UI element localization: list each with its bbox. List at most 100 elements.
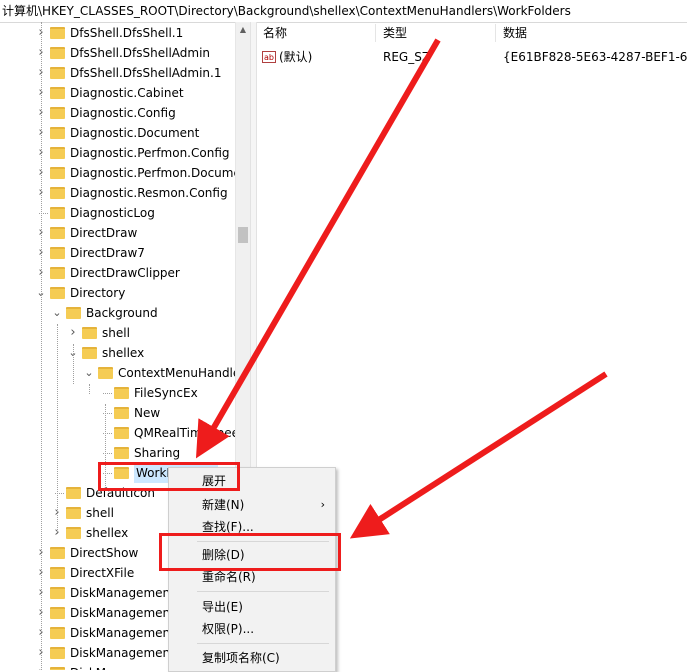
tree-item[interactable]: › DirectDrawClipper bbox=[0, 263, 235, 283]
menu-item-permissions[interactable]: 权限(P)... bbox=[169, 618, 335, 640]
value-data: {E61BF828-5E63-4287-BEF1-60B bbox=[503, 50, 687, 64]
annotation-box-delete bbox=[159, 533, 341, 571]
tree-item-label: Diagnostic.Perfmon.Config bbox=[70, 146, 230, 160]
tree-item[interactable]: › DfsShell.DfsShellAdmin bbox=[0, 43, 235, 63]
folder-icon bbox=[114, 427, 129, 439]
tree-item[interactable]: QMRealTimeSpee bbox=[0, 423, 235, 443]
tree-connector bbox=[89, 384, 90, 394]
folder-icon bbox=[50, 247, 65, 259]
folder-icon bbox=[50, 607, 65, 619]
tree-item[interactable]: › DirectDraw7 bbox=[0, 243, 235, 263]
tree-item[interactable]: New bbox=[0, 403, 235, 423]
tree-item[interactable]: Sharing bbox=[0, 443, 235, 463]
folder-icon bbox=[98, 367, 113, 379]
tree-item-label: ContextMenuHandle bbox=[118, 366, 235, 380]
tree-item[interactable]: FileSyncEx bbox=[0, 383, 235, 403]
tree-item-label: shellex bbox=[86, 526, 129, 540]
tree-item-label: DiskManagement bbox=[70, 626, 175, 640]
folder-icon bbox=[66, 527, 81, 539]
tree-item-label: DiagnosticLog bbox=[70, 206, 155, 220]
column-separator[interactable] bbox=[375, 24, 376, 42]
arrow-to-delete bbox=[349, 371, 608, 539]
folder-icon bbox=[50, 47, 65, 59]
chevron-right-icon[interactable]: › bbox=[68, 323, 78, 343]
tree-item[interactable]: › Diagnostic.Document bbox=[0, 123, 235, 143]
folder-icon bbox=[66, 307, 81, 319]
tree-item[interactable]: › Diagnostic.Perfmon.Config bbox=[0, 143, 235, 163]
column-separator[interactable] bbox=[495, 24, 496, 42]
folder-icon bbox=[50, 67, 65, 79]
tree-connector bbox=[57, 324, 58, 534]
tree-item-label: Directory bbox=[70, 286, 126, 300]
address-bar[interactable]: 计算机\HKEY_CLASSES_ROOT\Directory\Backgrou… bbox=[0, 0, 687, 23]
tree-item-label: DiskManagement bbox=[70, 586, 175, 600]
tree-item-label: DirectDrawClipper bbox=[70, 266, 180, 280]
tree-item[interactable]: › Diagnostic.Resmon.Config bbox=[0, 183, 235, 203]
tree-item[interactable]: DiagnosticLog bbox=[0, 203, 235, 223]
chevron-down-icon[interactable]: ⌄ bbox=[84, 363, 94, 383]
chevron-down-icon[interactable]: ⌄ bbox=[52, 303, 62, 323]
folder-icon bbox=[50, 147, 65, 159]
menu-item-copy-key-name[interactable]: 复制项名称(C) bbox=[169, 647, 335, 669]
folder-icon bbox=[50, 27, 65, 39]
tree-item-label: DirectXFile bbox=[70, 566, 135, 580]
folder-icon bbox=[114, 387, 129, 399]
folder-icon bbox=[50, 127, 65, 139]
tree-item-label: DfsShell.DfsShell.1 bbox=[70, 26, 184, 40]
folder-icon bbox=[50, 107, 65, 119]
menu-separator bbox=[197, 591, 329, 592]
tree-item[interactable]: › DirectDraw bbox=[0, 223, 235, 243]
scrollbar-thumb[interactable] bbox=[238, 227, 248, 243]
list-item[interactable]: ab (默认) REG_SZ {E61BF828-5E63-4287-BEF1-… bbox=[257, 47, 687, 67]
folder-icon bbox=[50, 567, 65, 579]
column-header-type[interactable]: 类型 bbox=[383, 22, 407, 44]
tree-item-label: DiskManagement bbox=[70, 646, 175, 660]
menu-item-export[interactable]: 导出(E) bbox=[169, 596, 335, 618]
tree-item-label: Diagnostic.Resmon.Config bbox=[70, 186, 228, 200]
tree-connector bbox=[103, 393, 112, 394]
folder-icon bbox=[82, 347, 97, 359]
tree-item-label: Diagnostic.Document bbox=[70, 126, 200, 140]
tree-item[interactable]: ⌄ Background bbox=[0, 303, 235, 323]
tree-connector bbox=[73, 344, 74, 384]
value-type: REG_SZ bbox=[383, 50, 431, 64]
folder-icon bbox=[50, 627, 65, 639]
tree-item-label: DirectShow bbox=[70, 546, 139, 560]
tree-item[interactable]: ⌄ ContextMenuHandle bbox=[0, 363, 235, 383]
tree-item-label: DiskManagement bbox=[70, 663, 175, 670]
folder-icon bbox=[50, 587, 65, 599]
folder-icon bbox=[114, 447, 129, 459]
tree-connector bbox=[41, 22, 42, 670]
tree-item-label: Diagnostic.Config bbox=[70, 106, 176, 120]
tree-item[interactable]: › Diagnostic.Perfmon.Docume bbox=[0, 163, 235, 183]
tree-item[interactable]: › Diagnostic.Cabinet bbox=[0, 83, 235, 103]
folder-icon bbox=[50, 287, 65, 299]
tree-item-label: Diagnostic.Perfmon.Docume bbox=[70, 166, 235, 180]
folder-icon bbox=[50, 267, 65, 279]
tree-item-label: Diagnostic.Cabinet bbox=[70, 86, 184, 100]
folder-icon bbox=[50, 167, 65, 179]
tree-item-label: FileSyncEx bbox=[134, 386, 198, 400]
folder-icon bbox=[114, 407, 129, 419]
tree-item-label: DfsShell.DfsShellAdmin bbox=[70, 46, 211, 60]
scroll-up-icon[interactable]: ▲ bbox=[238, 25, 248, 35]
tree-item[interactable]: › Diagnostic.Config bbox=[0, 103, 235, 123]
tree-item-label: QMRealTimeSpee bbox=[134, 426, 235, 440]
column-header-name[interactable]: 名称 bbox=[263, 22, 287, 44]
tree-item[interactable]: › DfsShell.DfsShellAdmin.1 bbox=[0, 63, 235, 83]
tree-item[interactable]: › shell bbox=[0, 323, 235, 343]
tree-item[interactable]: ⌄ Directory bbox=[0, 283, 235, 303]
tree-item-label: Sharing bbox=[134, 446, 181, 460]
folder-icon bbox=[50, 647, 65, 659]
tree-item-label: DiskManagement bbox=[70, 606, 175, 620]
column-header-data[interactable]: 数据 bbox=[503, 22, 527, 44]
tree-item[interactable]: › DfsShell.DfsShell.1 bbox=[0, 23, 235, 43]
tree-item-label: Background bbox=[86, 306, 158, 320]
folder-icon bbox=[66, 487, 81, 499]
folder-icon bbox=[66, 507, 81, 519]
tree-item-label: DirectDraw bbox=[70, 226, 138, 240]
annotation-box-workfolders bbox=[98, 462, 240, 491]
folder-icon bbox=[50, 187, 65, 199]
tree-item[interactable]: ⌄ shellex bbox=[0, 343, 235, 363]
menu-item-new[interactable]: 新建(N) › bbox=[169, 494, 335, 516]
